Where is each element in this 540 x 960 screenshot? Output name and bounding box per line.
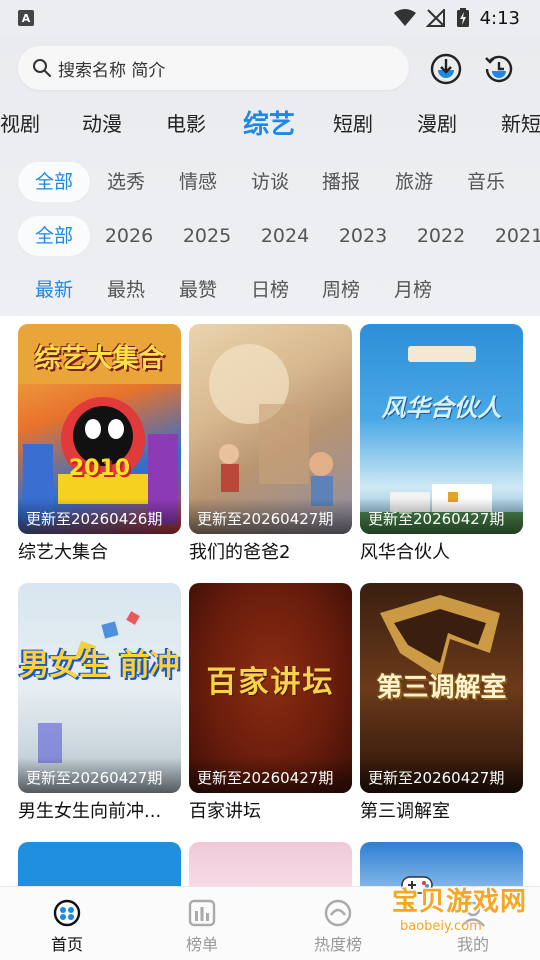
sort-chip-latest[interactable]: 最新 [18,270,90,310]
year-chip[interactable]: 2022 [412,216,470,256]
poster-headline: 风华合伙人 [381,394,502,422]
genre-chip[interactable]: 旅游 [386,162,442,202]
tab-anime[interactable]: 动漫 [82,108,122,137]
show-card[interactable]: 第三调解室 更新至20260427期 第三调解室 [360,583,523,823]
nav-label: 榜单 [185,935,218,954]
show-card[interactable]: 更新至20260427期 我们的爸爸2 [189,324,352,564]
no-signal-icon [425,9,445,27]
hot-icon [324,899,352,927]
sort-chip[interactable]: 日榜 [242,270,298,310]
nav-home[interactable]: 首页 [32,899,102,955]
show-title: 男生女生向前冲... [18,801,162,822]
poster-headline: 第三调解室 [376,673,507,703]
download-icon[interactable] [429,52,463,86]
show-title: 百家讲坛 [189,801,261,822]
poster-headline: 百家讲坛 [206,665,335,700]
year-chip[interactable]: 2026 [100,216,158,256]
show-title: 第三调解室 [360,801,450,822]
wifi-icon [393,9,416,26]
show-card[interactable]: 综艺大集合 2010 更新至20260426期 综艺大集合 [18,324,181,564]
content-grid: 综艺大集合 2010 更新至20260426期 综艺大集合 更新至2026042… [0,316,540,886]
year-chip[interactable]: 2025 [178,216,236,256]
watermark-url: baobeiy.com [400,919,482,934]
update-badge: 更新至20260427期 [360,498,523,534]
poster-headline: 综艺大集合 [34,344,165,374]
poster-year: 2010 [68,456,131,481]
tab-comic-drama[interactable]: 漫剧 [417,108,457,137]
show-card[interactable]: 风华合伙人 更新至20260427期 风华合伙人 [360,324,523,564]
show-title: 我们的爸爸2 [189,542,291,563]
poster-image[interactable] [189,842,352,886]
year-chip[interactable]: 2024 [256,216,314,256]
poster-image: 风华合伙人 更新至20260427期 [360,324,523,534]
tab-new-short[interactable]: 新短 [501,108,540,137]
nav-chart[interactable]: 榜单 [167,899,237,955]
genre-chip[interactable]: 访谈 [242,162,298,202]
watermark-text: 宝贝游戏网 [392,887,528,917]
battery-charging-icon [456,8,469,27]
nav-label: 首页 [50,935,83,954]
sort-filter-row: 最新 最热 最赞 日榜 周榜 月榜 [0,270,540,310]
year-chip[interactable]: 2021 [490,216,540,256]
poster-image[interactable] [18,842,181,886]
sort-chip[interactable]: 月榜 [385,270,441,310]
history-icon[interactable] [482,52,516,86]
genre-chip[interactable]: 选秀 [98,162,154,202]
home-icon [53,899,81,927]
genre-chip[interactable]: 播报 [313,162,369,202]
status-time: 4:13 [479,7,520,29]
update-badge: 更新至20260427期 [189,498,352,534]
tab-tv[interactable]: 视剧 [0,108,40,137]
category-tabs: 视剧 动漫 电影 综艺 短剧 漫剧 新短 [0,104,540,140]
sort-chip[interactable]: 最赞 [170,270,226,310]
tab-short-drama[interactable]: 短剧 [333,108,373,137]
poster-image: 综艺大集合 2010 更新至20260426期 [18,324,181,534]
genre-filter-row: 全部 选秀 情感 访谈 播报 旅游 音乐 [0,162,540,202]
year-chip-all[interactable]: 全部 [18,216,90,256]
year-chip[interactable]: 2023 [334,216,392,256]
poster-image: 第三调解室 更新至20260427期 [360,583,523,793]
search-input[interactable]: 搜索名称 简介 [18,46,409,90]
status-bar: A 4:13 [0,0,540,36]
update-badge: 更新至20260427期 [18,757,181,793]
sort-chip[interactable]: 周榜 [313,270,369,310]
genre-chip[interactable]: 情感 [170,162,226,202]
update-badge: 更新至20260427期 [360,757,523,793]
update-badge: 更新至20260426期 [18,498,181,534]
tab-movie[interactable]: 电影 [166,108,206,137]
tab-variety[interactable]: 综艺 [243,104,295,140]
update-badge: 更新至20260427期 [189,757,352,793]
header: 搜索名称 简介 视剧 动漫 电影 综艺 短剧 漫剧 新短 全部 选秀 情感 访谈… [0,36,540,316]
poster-image: 男女生 前冲 更新至20260427期 [18,583,181,793]
poster-headline: 男女生 前冲 [19,648,180,683]
genre-chip-all[interactable]: 全部 [18,162,90,202]
poster-image: 更新至20260427期 [189,324,352,534]
search-placeholder: 搜索名称 简介 [58,60,166,81]
poster-image: 百家讲坛 更新至20260427期 [189,583,352,793]
show-title: 综艺大集合 [18,542,108,563]
search-icon [33,59,51,77]
chart-icon [188,899,216,927]
show-title: 风华合伙人 [360,542,450,563]
show-card[interactable]: 男女生 前冲 更新至20260427期 男生女生向前冲... [18,583,181,823]
year-filter-row: 全部 2026 2025 2024 2023 2022 2021 [0,216,540,256]
show-card[interactable]: 百家讲坛 更新至20260427期 百家讲坛 [189,583,352,823]
notification-a-icon: A [18,10,34,26]
sort-chip[interactable]: 最热 [98,270,154,310]
site-watermark: 宝贝游戏网 baobeiy.com [360,873,536,945]
genre-chip[interactable]: 音乐 [458,162,514,202]
